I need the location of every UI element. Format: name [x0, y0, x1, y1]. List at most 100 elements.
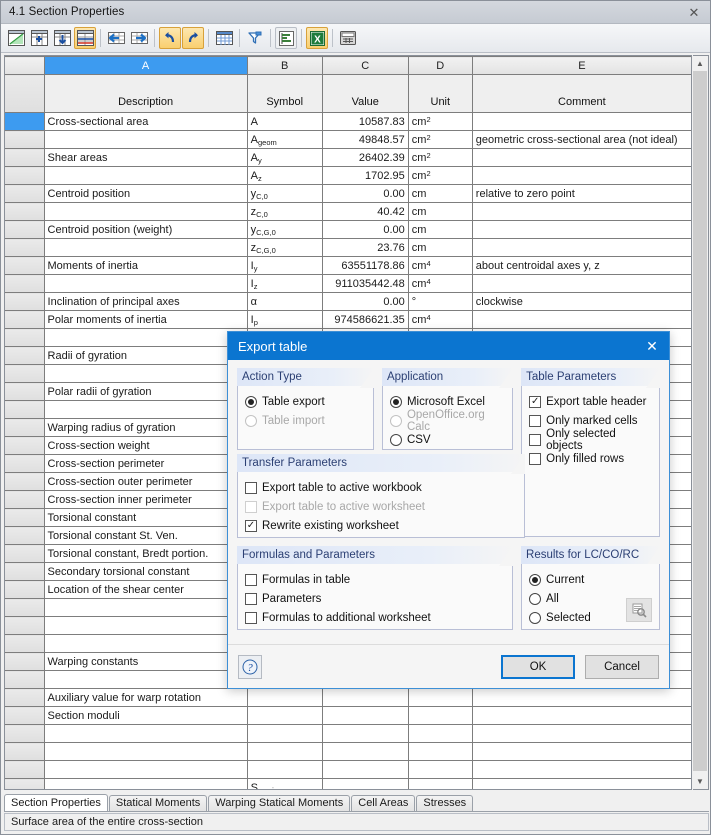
checkbox-parameters[interactable]: Parameters: [245, 589, 506, 608]
cell-value[interactable]: [322, 778, 409, 789]
tab-statical-moments[interactable]: Statical Moments: [108, 795, 208, 811]
cell-comment[interactable]: [472, 238, 691, 257]
row-header-cell[interactable]: [5, 148, 45, 167]
table-row[interactable]: Iz 911035442.48 cm4: [5, 274, 691, 293]
cell-description[interactable]: Centroid position: [44, 184, 248, 203]
cell-description[interactable]: Cross-sectional area: [44, 112, 248, 131]
cell-unit[interactable]: [408, 706, 473, 725]
cell-unit[interactable]: [408, 760, 473, 779]
row-header-cell[interactable]: [5, 364, 45, 383]
cell-description[interactable]: Cross-section inner perimeter: [44, 490, 248, 509]
row-header-cell[interactable]: [5, 454, 45, 473]
row-header-cell[interactable]: [5, 112, 45, 131]
cell-description[interactable]: [44, 778, 248, 789]
cell-symbol[interactable]: [247, 724, 323, 743]
row-header-cell[interactable]: [5, 400, 45, 419]
radio-table-export[interactable]: Table export: [245, 392, 367, 411]
row-header-cell[interactable]: [5, 328, 45, 347]
ok-button[interactable]: OK: [501, 654, 575, 679]
row-header-cell[interactable]: [5, 616, 45, 635]
checkbox-export-to-active-workbook[interactable]: Export table to active workbook: [245, 478, 518, 497]
table-row[interactable]: zC,G,0 23.76 cm: [5, 238, 691, 257]
help-icon[interactable]: ?: [238, 654, 262, 679]
tab-warping-statical-moments[interactable]: Warping Statical Moments: [208, 795, 351, 811]
cell-symbol[interactable]: [247, 760, 323, 779]
cell-comment[interactable]: [472, 742, 691, 761]
radio-csv[interactable]: CSV: [389, 430, 506, 449]
cell-description[interactable]: Warping radius of gyration: [44, 418, 248, 437]
cell-description[interactable]: [44, 130, 248, 149]
row-header-cell[interactable]: [5, 220, 45, 239]
nav-next-icon[interactable]: [128, 27, 150, 49]
grid-view-icon[interactable]: [213, 27, 235, 49]
magnifier-icon[interactable]: [626, 598, 652, 622]
row-header-cell[interactable]: [5, 490, 45, 509]
row-header-cell[interactable]: [5, 418, 45, 437]
cell-value[interactable]: 0.00: [322, 220, 409, 239]
table-row[interactable]: Ageom 49848.57 cm2 geometric cross-sectiona…: [5, 130, 691, 149]
cell-description[interactable]: [44, 760, 248, 779]
column-header-d[interactable]: D: [408, 56, 473, 75]
cell-unit[interactable]: cm4: [408, 310, 473, 329]
cell-description[interactable]: [44, 400, 248, 419]
radio-current[interactable]: Current: [529, 570, 653, 589]
cell-unit[interactable]: cm: [408, 220, 473, 239]
cell-description[interactable]: Auxiliary value for warp rotation: [44, 688, 248, 707]
row-header-cell[interactable]: [5, 166, 45, 185]
cell-description[interactable]: [44, 364, 248, 383]
tab-stresses[interactable]: Stresses: [416, 795, 474, 811]
cell-symbol[interactable]: Iy: [247, 256, 323, 275]
cell-description[interactable]: [44, 616, 248, 635]
checkbox-formulas-in-table[interactable]: Formulas in table: [245, 570, 506, 589]
cell-value[interactable]: [322, 742, 409, 761]
row-header-cell[interactable]: [5, 760, 45, 779]
cell-value[interactable]: 23.76: [322, 238, 409, 257]
tab-section-properties[interactable]: Section Properties: [4, 794, 108, 811]
row-header-cell[interactable]: [5, 778, 45, 789]
cell-comment[interactable]: [472, 310, 691, 329]
checkbox-formulas-to-additional-worksheet[interactable]: Formulas to additional worksheet: [245, 608, 506, 627]
cell-symbol[interactable]: [247, 742, 323, 761]
column-header-e[interactable]: E: [472, 56, 691, 75]
table-row[interactable]: Moments of inertia Iy 63551178.86 cm4 about …: [5, 256, 691, 275]
cell-symbol[interactable]: Ay: [247, 148, 323, 167]
row-header-cell[interactable]: [5, 202, 45, 221]
cell-comment[interactable]: [472, 148, 691, 167]
table-row[interactable]: Centroid position (weight) yC,G,0 0.00 cm: [5, 220, 691, 239]
nav-previous-icon[interactable]: [105, 27, 127, 49]
table-row[interactable]: Centroid position yC,0 0.00 cm relative to z…: [5, 184, 691, 203]
cell-description[interactable]: Cross-section weight: [44, 436, 248, 455]
row-header-cell[interactable]: [5, 742, 45, 761]
row-header-cell[interactable]: [5, 274, 45, 293]
cell-value[interactable]: [322, 760, 409, 779]
cell-symbol[interactable]: Sω,min: [247, 778, 323, 789]
excel-export-icon[interactable]: X: [306, 27, 328, 49]
cell-description[interactable]: [44, 670, 248, 689]
cell-unit[interactable]: [408, 724, 473, 743]
cell-symbol[interactable]: Az: [247, 166, 323, 185]
table-graph-icon[interactable]: [5, 27, 27, 49]
row-header-cell[interactable]: [5, 472, 45, 491]
cell-description[interactable]: Cross-section perimeter: [44, 454, 248, 473]
table-row[interactable]: Polar moments of inertia Ip 974586621.35 cm…: [5, 310, 691, 329]
cell-value[interactable]: 974586621.35: [322, 310, 409, 329]
cell-description[interactable]: Inclination of principal axes: [44, 292, 248, 311]
corner-cell[interactable]: [5, 56, 45, 75]
cell-unit[interactable]: [408, 742, 473, 761]
row-header-cell[interactable]: [5, 652, 45, 671]
cell-value[interactable]: 10587.83: [322, 112, 409, 131]
cell-description[interactable]: [44, 742, 248, 761]
cell-unit[interactable]: cm4: [408, 256, 473, 275]
cell-description[interactable]: Warping constants: [44, 652, 248, 671]
row-header-cell[interactable]: [5, 508, 45, 527]
cell-unit[interactable]: cm: [408, 238, 473, 257]
cell-description[interactable]: [44, 202, 248, 221]
checkbox-export-table-header[interactable]: ✓ Export table header: [529, 392, 653, 411]
table-row[interactable]: Cross-sectional area A 10587.83 cm2: [5, 112, 691, 131]
column-header-a[interactable]: A: [44, 56, 248, 75]
table-row[interactable]: Auxiliary value for warp rotation: [5, 688, 691, 707]
row-header-cell[interactable]: [5, 184, 45, 203]
cell-description[interactable]: Section moduli: [44, 706, 248, 725]
cell-unit[interactable]: [408, 778, 473, 789]
cell-comment[interactable]: [472, 760, 691, 779]
